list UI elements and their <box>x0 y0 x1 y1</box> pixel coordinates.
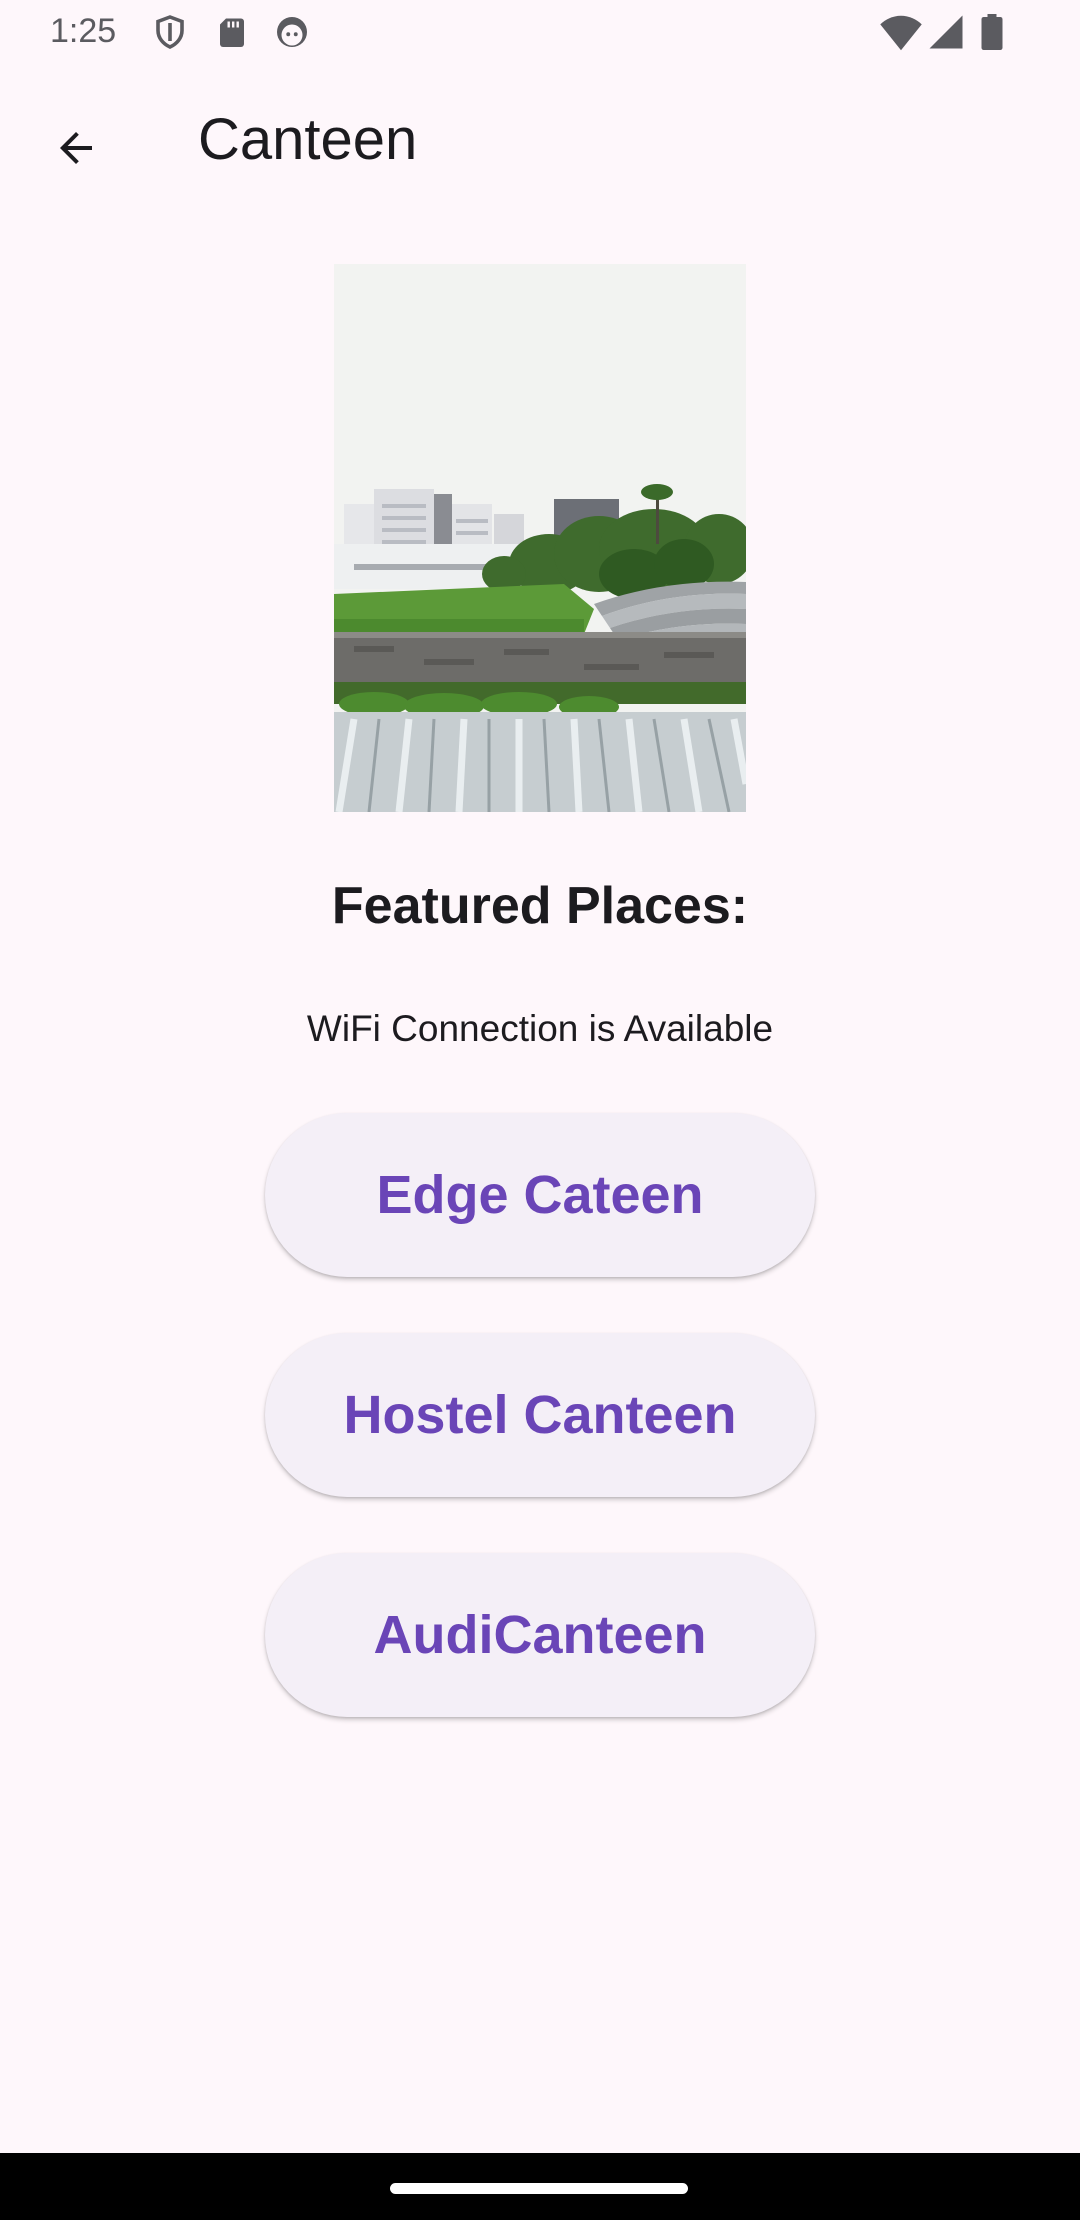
status-bar: 1:25 <box>0 0 1080 64</box>
back-button[interactable] <box>36 108 116 188</box>
wifi-icon <box>880 14 922 52</box>
cell-signal-icon <box>928 14 964 50</box>
featured-places-heading: Featured Places: <box>331 877 749 935</box>
canteen-photo <box>334 264 746 812</box>
battery-icon <box>978 14 1006 50</box>
arrow-back-icon <box>60 132 92 164</box>
status-time: 1:25 <box>50 12 117 50</box>
audi-canteen-button-label: AudiCanteen <box>373 1605 707 1665</box>
edge-canteen-button-label: Edge Cateen <box>376 1165 704 1225</box>
hostel-canteen-button[interactable]: Hostel Canteen <box>265 1333 815 1497</box>
sd-card-icon <box>214 14 250 50</box>
edge-canteen-button[interactable]: Edge Cateen <box>265 1113 815 1277</box>
wifi-status-text: WiFi Connection is Available <box>306 1008 774 1049</box>
android-head-icon <box>274 14 310 50</box>
shield-icon <box>152 14 188 50</box>
app-bar: Canteen <box>0 64 1080 220</box>
canteen-screen: 1:25 Canteen Featured Places: WiFi Conne… <box>0 0 1080 2220</box>
audi-canteen-button[interactable]: AudiCanteen <box>265 1553 815 1717</box>
page-title: Canteen <box>198 107 418 172</box>
hostel-canteen-button-label: Hostel Canteen <box>343 1385 737 1445</box>
system-nav-bar <box>0 2153 1080 2220</box>
home-gesture-handle[interactable] <box>390 2183 688 2194</box>
